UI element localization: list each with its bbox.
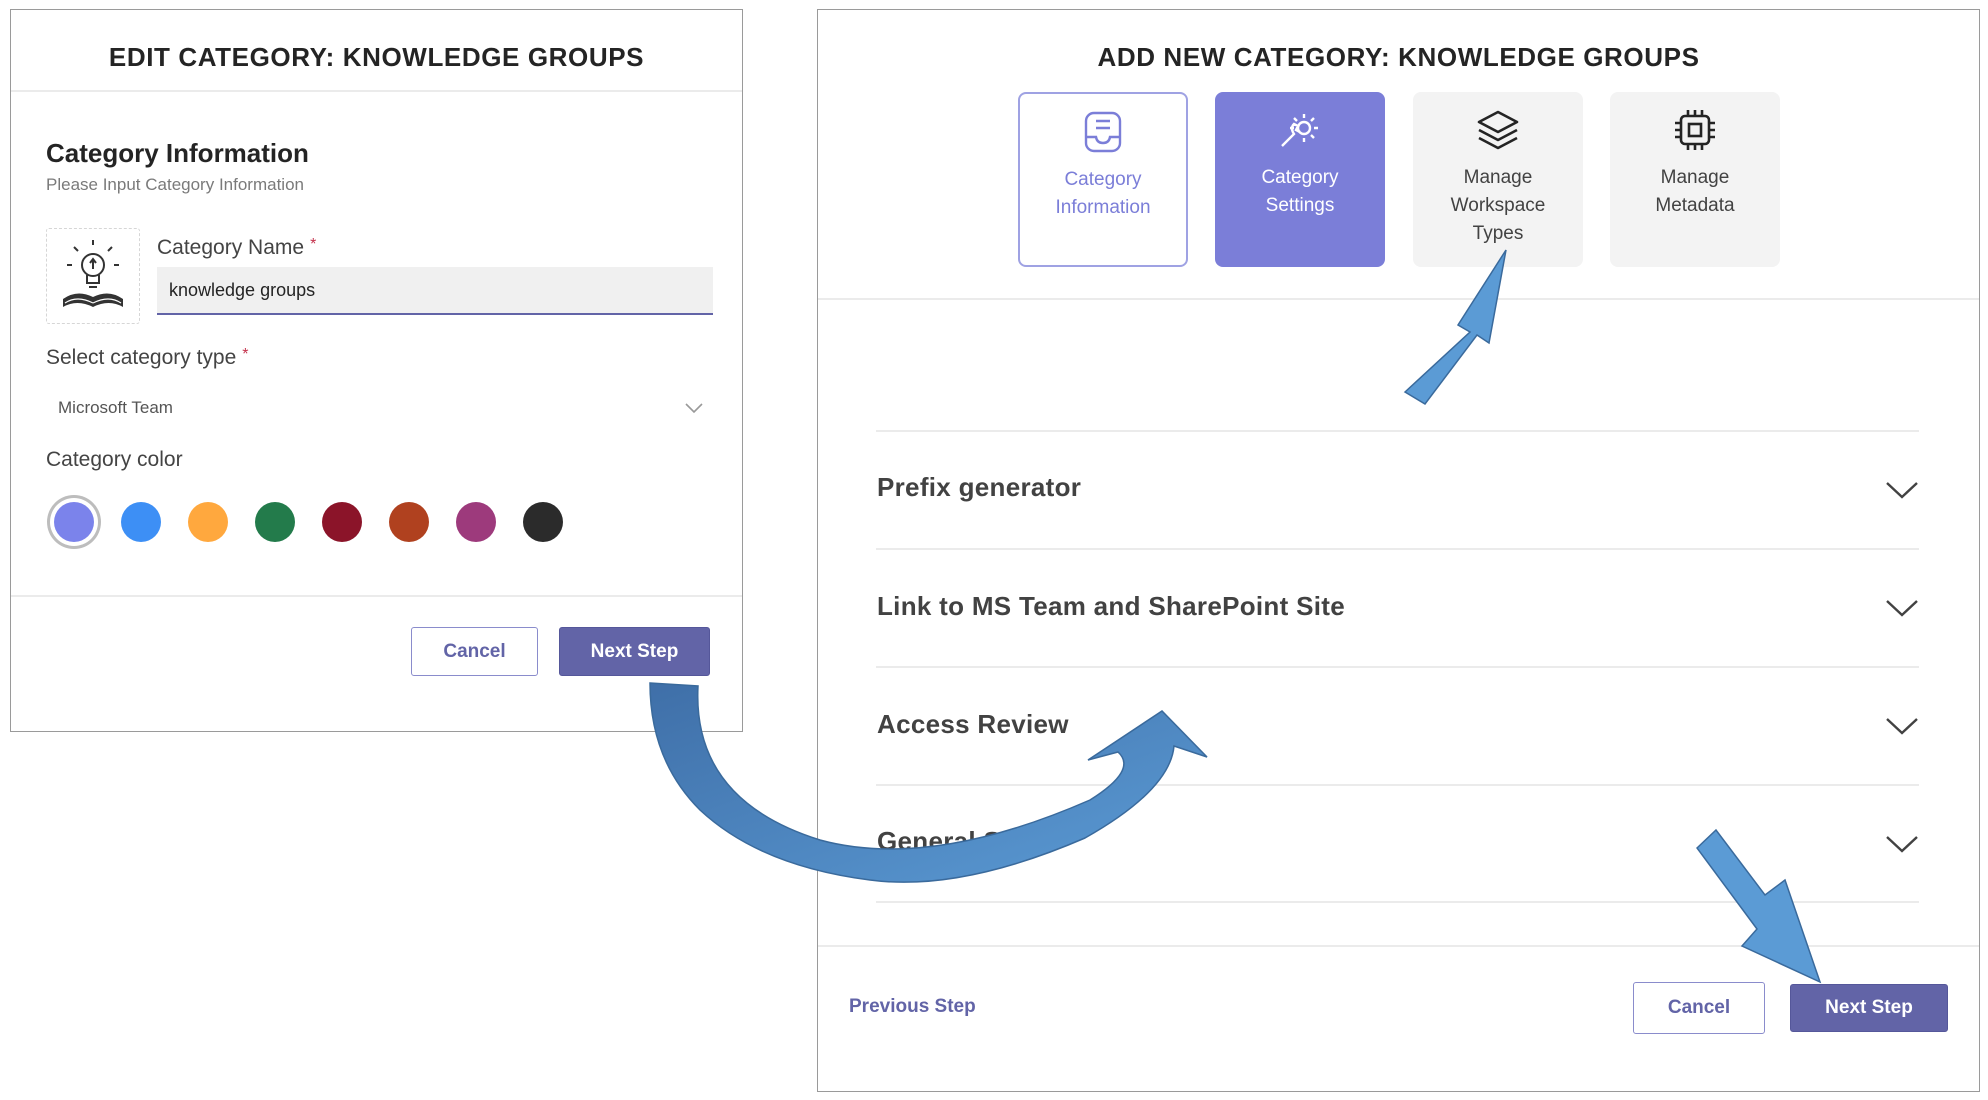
category-name-input[interactable] [157,267,713,315]
divider [11,90,742,92]
inbox-icon [1084,111,1122,153]
step-label: Manage [1660,167,1730,188]
divider [818,945,1979,947]
accordion-title: Access Review [877,709,1069,739]
divider [876,666,1919,668]
chevron-down-icon [1886,718,1918,735]
accordion-title: Link to MS Team and SharePoint Site [877,591,1345,621]
step-category-settings[interactable]: Category Settings [1215,92,1385,267]
step-label: Manage [1463,167,1533,188]
category-icon-picker[interactable] [46,228,140,324]
layers-icon [1477,110,1519,150]
color-swatch[interactable] [188,502,228,542]
book-lightbulb-icon [63,240,123,307]
color-swatch[interactable] [456,502,496,542]
color-swatch[interactable] [54,502,94,542]
category-type-select[interactable]: Microsoft Team [46,388,716,428]
chevron-down-icon [1886,600,1918,617]
divider [818,298,1979,300]
step-label: Metadata [1655,195,1735,216]
section-subtitle: Please Input Category Information [46,175,304,194]
wrench-gear-icon [1281,114,1318,147]
cancel-button[interactable]: Cancel [1633,982,1765,1034]
chevron-down-icon [1886,482,1918,499]
step-label: Settings [1265,195,1335,216]
category-type-label: Select category type * [46,346,249,369]
divider [876,901,1919,903]
section-title: Category Information [46,138,309,168]
step-manage-workspace-types[interactable]: Manage Workspace Types [1413,92,1583,267]
step-label: Category [1064,169,1142,190]
category-name-label: Category Name * [157,236,317,259]
chevron-down-icon [1886,836,1918,853]
color-swatch[interactable] [121,502,161,542]
category-color-label: Category color [46,448,183,471]
step-label: Workspace [1450,195,1546,216]
step-label: Category [1261,167,1339,188]
divider [876,548,1919,550]
accordion-title: General Setti [877,826,1042,856]
step-category-information[interactable]: Category Information [1018,92,1188,267]
step-manage-metadata[interactable]: Manage Metadata [1610,92,1780,267]
chip-icon [1675,110,1715,150]
previous-step-link[interactable]: Previous Step [849,996,976,1018]
edit-panel-title: EDIT CATEGORY: KNOWLEDGE GROUPS [108,42,645,72]
divider [11,595,742,597]
color-swatch[interactable] [523,502,563,542]
divider [876,784,1919,786]
chevron-down-icon [685,403,703,414]
color-swatch[interactable] [255,502,295,542]
next-step-button[interactable]: Next Step [559,627,710,676]
category-type-value: Microsoft Team [58,398,173,417]
cancel-button[interactable]: Cancel [411,627,538,676]
edit-category-panel: EDIT CATEGORY: KNOWLEDGE GROUPS Category… [10,9,743,732]
color-swatch[interactable] [389,502,429,542]
step-label: Types [1472,223,1524,244]
accordion-title: Prefix generator [877,472,1082,502]
color-swatch[interactable] [322,502,362,542]
add-category-panel: ADD NEW CATEGORY: KNOWLEDGE GROUPS Categ… [817,9,1980,1092]
add-panel-title: ADD NEW CATEGORY: KNOWLEDGE GROUPS [1097,42,1700,72]
divider [876,430,1919,432]
step-label: Information [1055,197,1151,218]
next-step-button[interactable]: Next Step [1790,984,1948,1032]
